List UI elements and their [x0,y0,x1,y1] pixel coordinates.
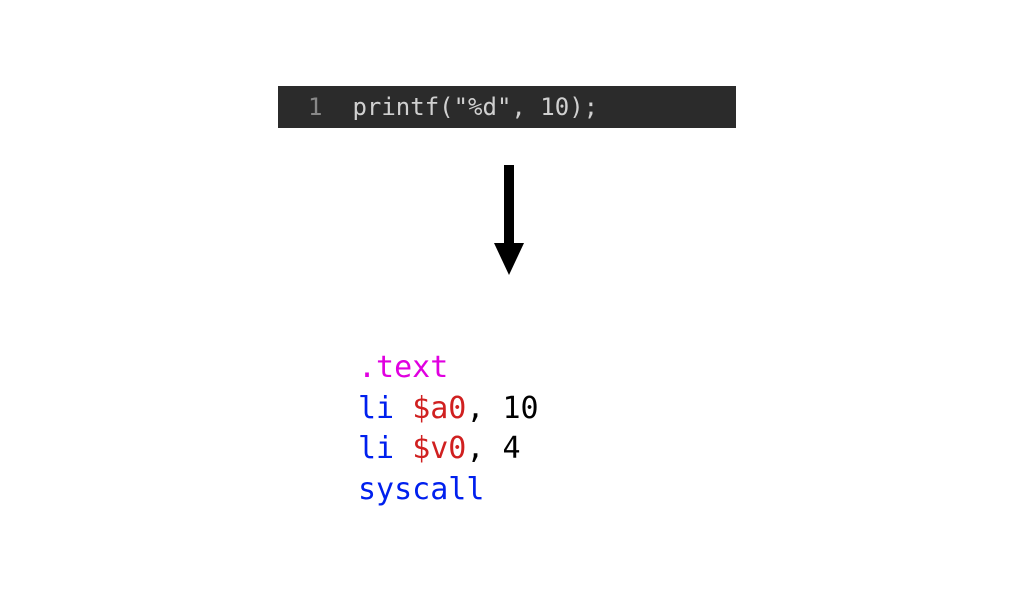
down-arrow-icon [494,165,524,275]
assembly-code-block: .text li $a0, 10 li $v0, 4 syscall [358,348,539,510]
asm-text-directive: .text [358,350,448,385]
asm-line-3: syscall [358,470,539,511]
asm-instr-1: li [358,391,394,426]
asm-reg-1: $a0 [412,391,466,426]
asm-line-2: li $v0, 4 [358,429,539,470]
asm-instr-2: li [358,431,394,466]
c-code-text: printf("%d", 10); [352,93,598,121]
asm-instr-3: syscall [358,472,484,507]
asm-line-1: li $a0, 10 [358,389,539,430]
c-code-block: 1 printf("%d", 10); [278,86,736,128]
asm-rest-1: , 10 [466,391,538,426]
asm-rest-2: , 4 [466,431,520,466]
asm-reg-2: $v0 [412,431,466,466]
line-number: 1 [278,93,352,121]
asm-directive: .text [358,348,539,389]
